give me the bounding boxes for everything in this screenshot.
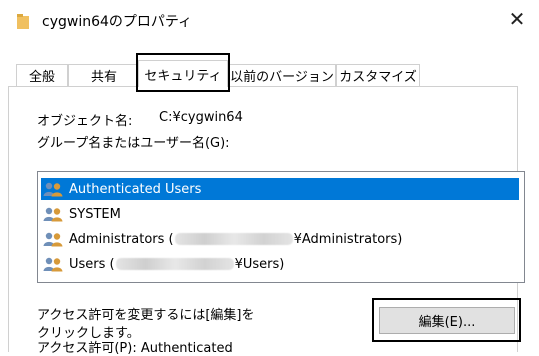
user-name-suffix: ¥Administrators): [293, 231, 403, 247]
user-name-suffix: ¥Users): [234, 256, 285, 272]
list-item-system[interactable]: SYSTEM: [41, 203, 519, 225]
folder-icon: [17, 14, 29, 29]
user-name-prefix: Users (: [69, 256, 115, 272]
user-name: SYSTEM: [69, 206, 121, 222]
title-bar: cygwin64のプロパティ ✕: [0, 0, 539, 38]
user-group-icon: [43, 232, 63, 247]
redacted-computer-name: [115, 258, 234, 270]
tab-security-label: セキュリティ: [144, 68, 222, 84]
list-item-users[interactable]: Users ( ¥Users): [41, 253, 519, 275]
close-button[interactable]: ✕: [495, 0, 539, 38]
redacted-computer-name: [174, 233, 293, 245]
tab-general[interactable]: 全般: [16, 64, 68, 86]
list-item-administrators[interactable]: Administrators ( ¥Administrators): [41, 228, 519, 250]
tab-security[interactable]: セキュリティ: [138, 60, 228, 87]
tab-sharing[interactable]: 共有: [68, 64, 140, 86]
permissions-label: アクセス許可(P): Authenticated: [37, 341, 233, 356]
tab-general-label: 全般: [28, 70, 55, 85]
object-name-value: C:¥cygwin64: [159, 110, 243, 125]
group-list-label: グループ名またはユーザー名(G):: [37, 136, 230, 151]
edit-button[interactable]: 編集(E)...: [379, 307, 515, 334]
tab-previous-versions-label: 以前のバージョン: [230, 70, 334, 85]
close-icon: ✕: [508, 7, 526, 31]
tab-sharing-label: 共有: [90, 70, 117, 85]
tab-customize[interactable]: カスタマイズ: [336, 64, 420, 86]
user-name-prefix: Administrators (: [69, 231, 174, 247]
list-item-authenticated-users[interactable]: Authenticated Users: [41, 178, 519, 200]
change-permissions-text-line1: アクセス許可を変更するには[編集]を: [37, 308, 255, 323]
user-group-icon: [43, 207, 63, 222]
tab-strip: 全般 共有 セキュリティ 以前のバージョン カスタマイズ: [0, 60, 539, 87]
window-title: cygwin64のプロパティ: [42, 14, 193, 30]
user-name: Authenticated Users: [69, 181, 202, 197]
edit-button-label: 編集(E)...: [418, 315, 476, 330]
tab-customize-label: カスタマイズ: [339, 70, 417, 85]
user-group-icon: [43, 257, 63, 272]
tab-previous-versions[interactable]: 以前のバージョン: [228, 64, 336, 86]
user-group-icon: [43, 182, 63, 197]
user-list[interactable]: Authenticated Users SYSTEM Administrator…: [37, 171, 525, 283]
object-name-label: オブジェクト名:: [37, 114, 133, 129]
